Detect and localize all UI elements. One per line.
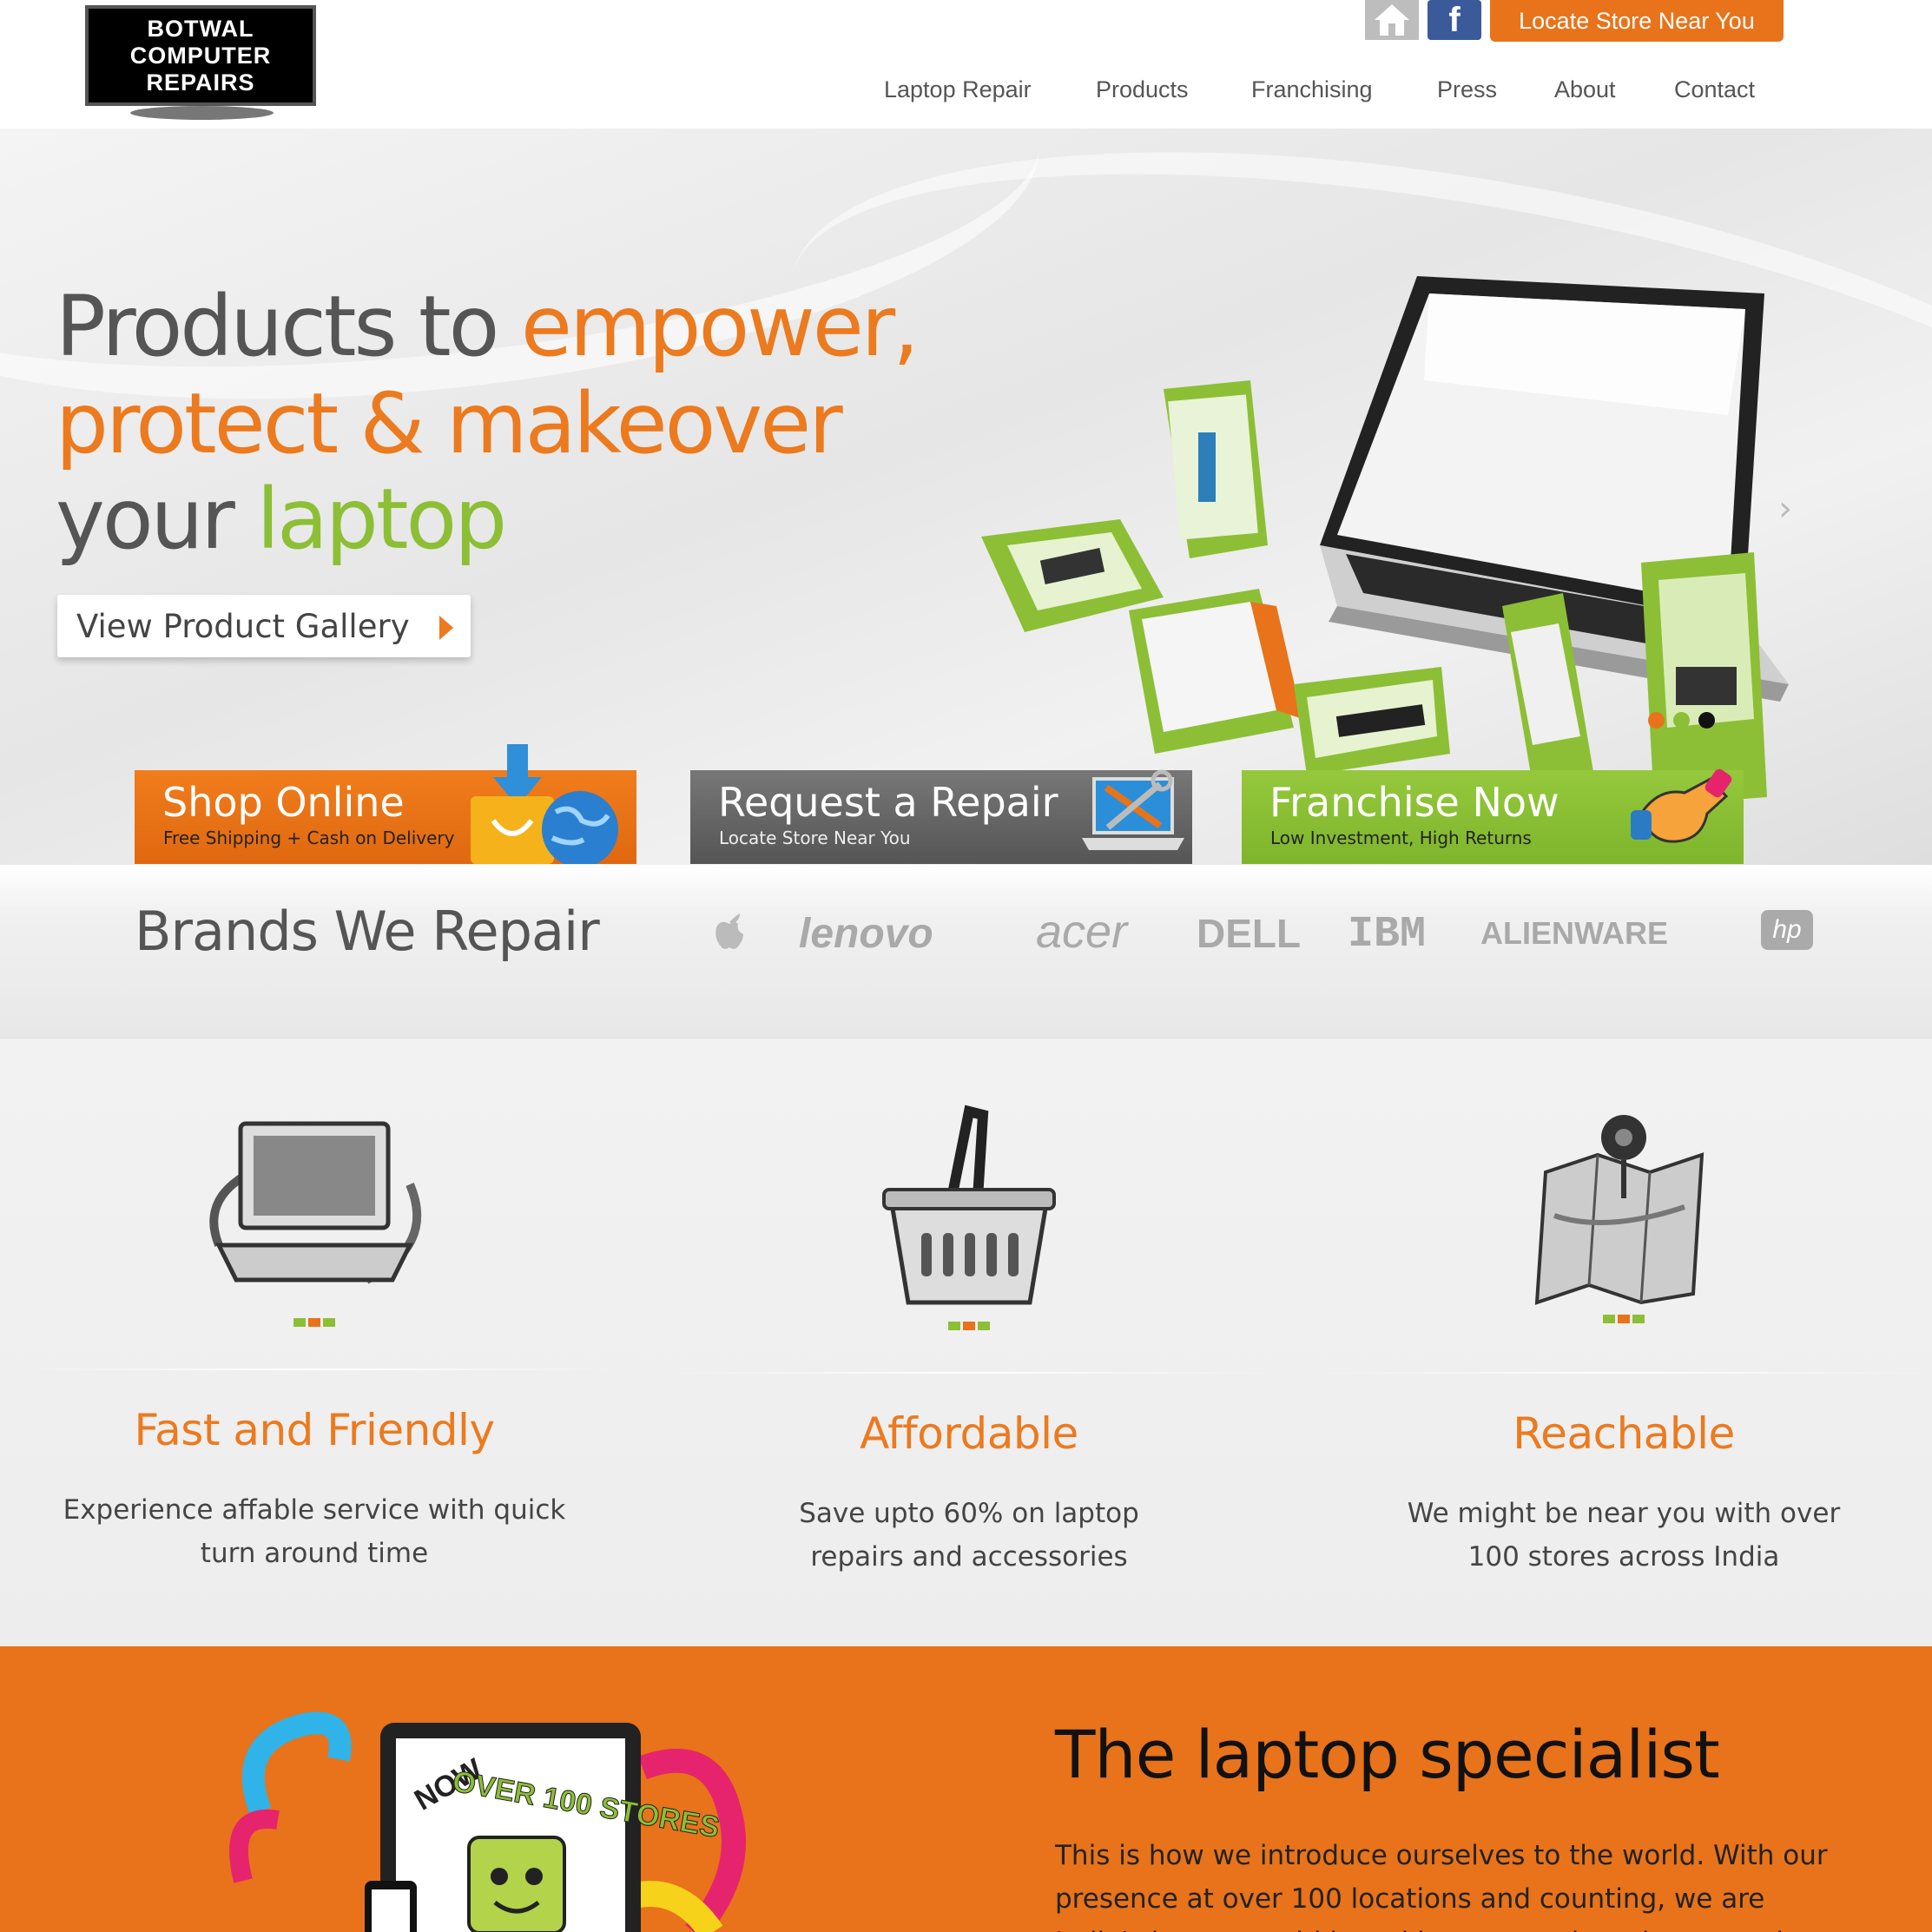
slider-dot[interactable] <box>1698 712 1715 729</box>
shopping-bag-globe-icon <box>471 744 618 864</box>
cta-title: Shop Online <box>162 779 405 826</box>
divider <box>1320 1372 1928 1374</box>
brand-logo-ibm: IBM <box>1348 910 1427 959</box>
brands-title: Brands We Repair <box>135 900 600 963</box>
brand-logo-hp: hp <box>1761 910 1813 950</box>
slider-dot[interactable] <box>1648 712 1665 729</box>
nav-products[interactable]: Products <box>1096 76 1189 103</box>
nav-about[interactable]: About <box>1554 76 1616 103</box>
headline-text: your <box>56 471 257 568</box>
cta-subtitle: Free Shipping + Cash on Delivery <box>163 828 455 848</box>
feature-fast-friendly: Fast and Friendly Experience affable ser… <box>10 1039 618 1646</box>
nav-franchising[interactable]: Franchising <box>1251 76 1373 103</box>
laptop-tools-icon <box>1082 769 1184 850</box>
feature-affordable: Affordable Save upto 60% on laptop repai… <box>665 1039 1273 1646</box>
features-section: Fast and Friendly Experience affable ser… <box>0 1039 1932 1646</box>
divider <box>10 1368 618 1370</box>
home-icon[interactable] <box>1365 0 1419 40</box>
laptop-specialist-section: NOW OVER 100 STORES The laptop specialis… <box>0 1646 1932 1932</box>
specialist-text: This is how we introduce ourselves to th… <box>1055 1840 1828 1932</box>
site-header: BOTWAL COMPUTER REPAIRS f Locate Store N… <box>0 0 1932 129</box>
franchise-now-button[interactable]: Franchise Now Low Investment, High Retur… <box>1242 768 1744 864</box>
facebook-icon[interactable]: f <box>1428 0 1481 40</box>
brand-logo-alienware: ALIENWARE <box>1480 915 1668 951</box>
hero-headline-line-3: your laptop <box>56 476 507 563</box>
logo-line-1: BOTWAL <box>147 15 254 42</box>
feature-divider-dots <box>293 1318 335 1327</box>
hero-headline-line-1: Products to empower, <box>56 283 920 370</box>
cta-title: Request a Repair <box>718 779 1058 826</box>
nav-contact[interactable]: Contact <box>1674 76 1755 103</box>
over-100-stores-image: NOW OVER 100 STORES <box>229 1711 746 1932</box>
arrow-right-icon <box>439 616 453 640</box>
brand-logo-acer: acer <box>1036 906 1128 958</box>
brands-strip: Brands We Repair lenovo acer DELL IBM AL… <box>0 865 1932 1039</box>
headline-text: Products to <box>56 278 521 375</box>
headline-text: laptop <box>256 471 507 568</box>
slider-dot[interactable] <box>1673 712 1690 729</box>
brand-logo-lenovo: lenovo <box>799 911 933 957</box>
map-pin-icon <box>1534 1115 1705 1305</box>
handshake-icon <box>1631 768 1732 843</box>
divider <box>665 1372 1273 1374</box>
feature-divider-dots <box>1603 1315 1645 1323</box>
laptop-refresh-icon <box>209 1121 422 1284</box>
specialist-title: The laptop specialist <box>1055 1716 1720 1793</box>
cta-subtitle: Locate Store Near You <box>719 828 911 848</box>
nav-laptop-repair[interactable]: Laptop Repair <box>884 76 1032 103</box>
feature-reachable: Reachable We might be near you with over… <box>1320 1039 1928 1646</box>
feature-text: Save upto 60% on laptop repairs and acce… <box>799 1498 1139 1573</box>
nav-press[interactable]: Press <box>1437 76 1497 103</box>
cta-subtitle: Low Investment, High Returns <box>1270 828 1532 848</box>
brand-logo-dell: DELL <box>1197 911 1302 956</box>
shopping-basket-icon <box>882 1104 1056 1305</box>
locate-store-button[interactable]: Locate Store Near You <box>1490 0 1784 42</box>
shop-online-button[interactable]: Shop Online Free Shipping + Cash on Deli… <box>135 744 636 864</box>
main-nav: Laptop Repair Products Franchising Press… <box>0 76 1932 111</box>
hero-headline-line-2: protect & makeover <box>56 375 843 472</box>
logo-line-2: COMPUTER <box>129 42 272 69</box>
slider-dots <box>1648 712 1715 729</box>
feature-text: We might be near you with over 100 store… <box>1407 1498 1841 1573</box>
cta-title: Franchise Now <box>1269 779 1559 826</box>
feature-divider-dots <box>948 1322 990 1330</box>
headline-text: empower, <box>520 278 920 375</box>
gallery-button-label: View Product Gallery <box>76 607 410 645</box>
request-repair-button[interactable]: Request a Repair Locate Store Near You <box>690 769 1192 864</box>
feature-text: Experience affable service with quick tu… <box>63 1494 566 1569</box>
feature-title: Reachable <box>1513 1408 1735 1459</box>
feature-title: Affordable <box>860 1408 1078 1459</box>
feature-title: Fast and Friendly <box>134 1405 495 1455</box>
laptop-products-image <box>981 276 1789 810</box>
view-product-gallery-button[interactable]: View Product Gallery <box>57 595 471 657</box>
apple-icon <box>715 913 743 949</box>
hero-slider: Products to empower, protect & makeover … <box>0 129 1932 865</box>
chevron-right-icon[interactable]: › <box>1778 489 1792 529</box>
